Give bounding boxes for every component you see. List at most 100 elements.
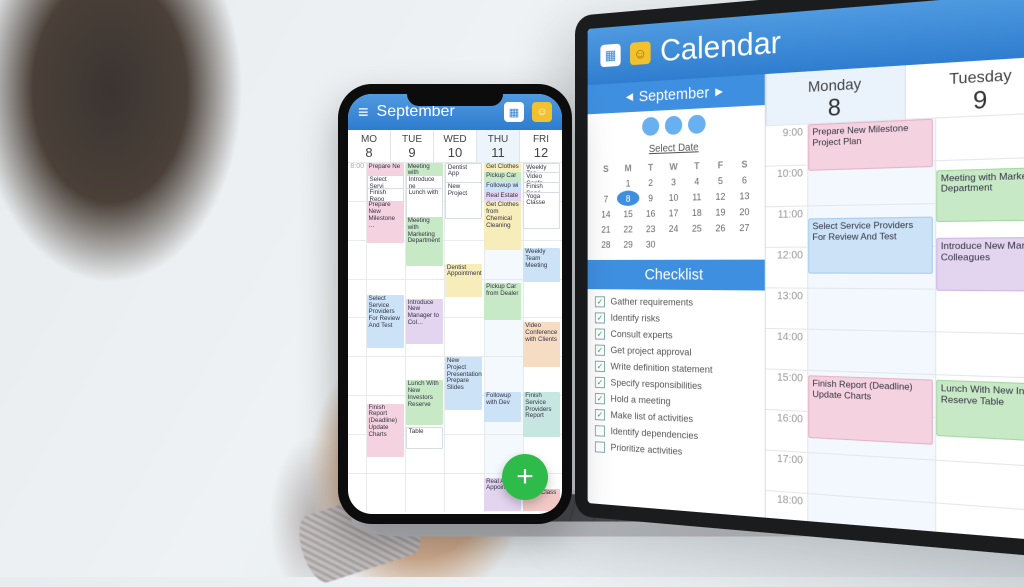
- avatar[interactable]: [665, 116, 682, 135]
- phone-time-cell[interactable]: [444, 473, 483, 512]
- calendar-event[interactable]: Lunch With New Investors Reserve: [406, 380, 443, 425]
- people-icon[interactable]: ☺: [532, 102, 552, 122]
- checkbox-icon[interactable]: [595, 441, 605, 453]
- time-cell[interactable]: [807, 493, 935, 545]
- time-cell[interactable]: [935, 331, 1024, 378]
- phone-day-header-cell[interactable]: FRI12: [519, 130, 562, 162]
- checkbox-icon[interactable]: [595, 344, 605, 355]
- phone-day-header-cell[interactable]: WED10: [433, 130, 476, 162]
- mini-day-cell[interactable]: 9: [639, 190, 662, 206]
- calendar-event[interactable]: Select Service Providers For Review And …: [808, 217, 933, 273]
- calendar-event[interactable]: Select Service Providers For Review And …: [367, 295, 404, 348]
- calendar-event[interactable]: Meeting with Marketing Department: [936, 166, 1024, 222]
- mini-day-cell[interactable]: 2: [639, 174, 662, 190]
- mini-day-cell[interactable]: 6: [732, 171, 756, 188]
- calendar-event[interactable]: Finish Report (Deadline) Update Charts: [808, 375, 933, 444]
- mini-day-cell[interactable]: 23: [639, 221, 662, 237]
- phone-time-cell[interactable]: [366, 240, 405, 279]
- menu-icon[interactable]: ≡: [358, 102, 369, 123]
- calendar-icon[interactable]: ▦: [504, 102, 524, 122]
- avatar[interactable]: [688, 114, 706, 134]
- mini-day-cell[interactable]: 11: [685, 189, 708, 205]
- mini-day-cell[interactable]: 13: [732, 187, 756, 203]
- mini-day-cell[interactable]: 25: [685, 220, 708, 236]
- calendar-event[interactable]: Finish Service Providers Report: [523, 392, 560, 437]
- mini-day-cell[interactable]: 12: [709, 188, 733, 204]
- mini-day-cell[interactable]: 30: [639, 236, 662, 252]
- phone-day-header-cell[interactable]: THU11: [476, 130, 519, 162]
- calendar-event[interactable]: Table: [406, 427, 443, 449]
- people-icon[interactable]: ☺: [630, 41, 651, 65]
- calendar-event[interactable]: Followup with Dev: [484, 392, 521, 422]
- mini-day-cell[interactable]: 22: [617, 221, 639, 237]
- mini-day-cell[interactable]: 17: [662, 205, 685, 221]
- calendar-event[interactable]: Introduce New Manager to Colleagues: [936, 237, 1024, 291]
- chevron-right-icon[interactable]: ▶: [715, 86, 723, 98]
- calendar-event[interactable]: Video Conference with Clients: [523, 322, 560, 367]
- phone-time-cell[interactable]: [366, 473, 405, 512]
- mini-day-cell[interactable]: 28: [595, 237, 617, 252]
- mini-day-cell[interactable]: 14: [595, 206, 617, 222]
- calendar-event[interactable]: Yoga Classe: [523, 192, 560, 229]
- checkbox-icon[interactable]: [595, 296, 605, 307]
- mini-day-cell[interactable]: 29: [617, 236, 639, 251]
- add-event-button[interactable]: +: [502, 454, 548, 500]
- checkbox-icon[interactable]: [595, 392, 605, 404]
- phone-time-cell[interactable]: [366, 356, 405, 395]
- calendar-icon[interactable]: ▦: [600, 44, 620, 68]
- mini-day-cell[interactable]: 5: [709, 172, 733, 188]
- calendar-event[interactable]: Dentist Appointment: [445, 264, 482, 298]
- time-cell[interactable]: [935, 289, 1024, 335]
- mini-day-cell[interactable]: 10: [662, 189, 685, 205]
- calendar-event[interactable]: New Project: [445, 182, 482, 219]
- phone-day-header-cell[interactable]: TUE9: [390, 130, 433, 162]
- time-cell[interactable]: [807, 329, 935, 374]
- checkbox-icon[interactable]: [595, 312, 605, 323]
- time-cell[interactable]: [807, 288, 935, 332]
- calendar-event[interactable]: Meeting with Marketing Department: [406, 217, 443, 266]
- checkbox-icon[interactable]: [595, 408, 605, 420]
- calendar-event[interactable]: Lunch With New Investors Reserve Table: [936, 379, 1024, 443]
- mini-day-cell[interactable]: [595, 176, 617, 192]
- mini-day-cell[interactable]: 19: [709, 204, 733, 220]
- mini-day-cell[interactable]: 18: [685, 204, 708, 220]
- mini-day-cell[interactable]: [709, 235, 733, 251]
- phone-time-cell[interactable]: [444, 317, 483, 356]
- mini-day-cell[interactable]: 7: [595, 191, 617, 207]
- calendar-event[interactable]: Prepare New Milestone Project Plan: [808, 119, 933, 171]
- day-column-header[interactable]: Tuesday9: [905, 56, 1024, 119]
- chevron-left-icon[interactable]: ◀: [626, 92, 633, 104]
- mini-day-cell[interactable]: 1: [617, 175, 639, 191]
- calendar-event[interactable]: Pickup Car from Dealer: [484, 283, 521, 320]
- calendar-event[interactable]: Introduce New Manager to Col…: [406, 299, 443, 344]
- phone-time-cell[interactable]: [444, 434, 483, 473]
- calendar-event[interactable]: Get Clothes from Chemical Cleaning: [484, 201, 521, 250]
- phone-time-cell[interactable]: [523, 279, 562, 318]
- checkbox-icon[interactable]: [595, 425, 605, 437]
- mini-day-cell[interactable]: 21: [595, 221, 617, 236]
- mini-day-cell[interactable]: [685, 236, 708, 252]
- phone-time-cell[interactable]: [484, 356, 523, 395]
- phone-time-cell[interactable]: [484, 317, 523, 356]
- checkbox-icon[interactable]: [595, 328, 605, 339]
- checkbox-icon[interactable]: [595, 376, 605, 387]
- mini-day-cell[interactable]: 3: [662, 174, 685, 190]
- mini-day-cell[interactable]: 15: [617, 206, 639, 222]
- mini-day-cell[interactable]: 26: [709, 220, 733, 236]
- checkbox-icon[interactable]: [595, 360, 605, 371]
- mini-day-cell[interactable]: 20: [732, 203, 756, 219]
- calendar-event[interactable]: Weekly Team Meeting: [523, 248, 560, 282]
- mini-day-cell[interactable]: 8: [617, 190, 639, 206]
- mini-day-cell[interactable]: 16: [639, 205, 662, 221]
- mini-day-cell[interactable]: 4: [685, 173, 708, 189]
- mini-calendar[interactable]: Select Date SMTWTFS123456789101112131415…: [588, 137, 765, 260]
- select-date-label[interactable]: Select Date: [595, 139, 757, 157]
- phone-time-cell[interactable]: [405, 473, 444, 512]
- calendar-event[interactable]: New Project Presentation Prepare Slides: [445, 357, 482, 410]
- day-column-header[interactable]: Monday8: [766, 65, 905, 125]
- mini-day-cell[interactable]: [732, 235, 756, 251]
- calendar-event[interactable]: Prepare New Milestone …: [367, 201, 404, 242]
- mini-day-cell[interactable]: 27: [732, 219, 756, 235]
- phone-day-header-cell[interactable]: MO8: [348, 130, 390, 162]
- time-cell[interactable]: [935, 111, 1024, 160]
